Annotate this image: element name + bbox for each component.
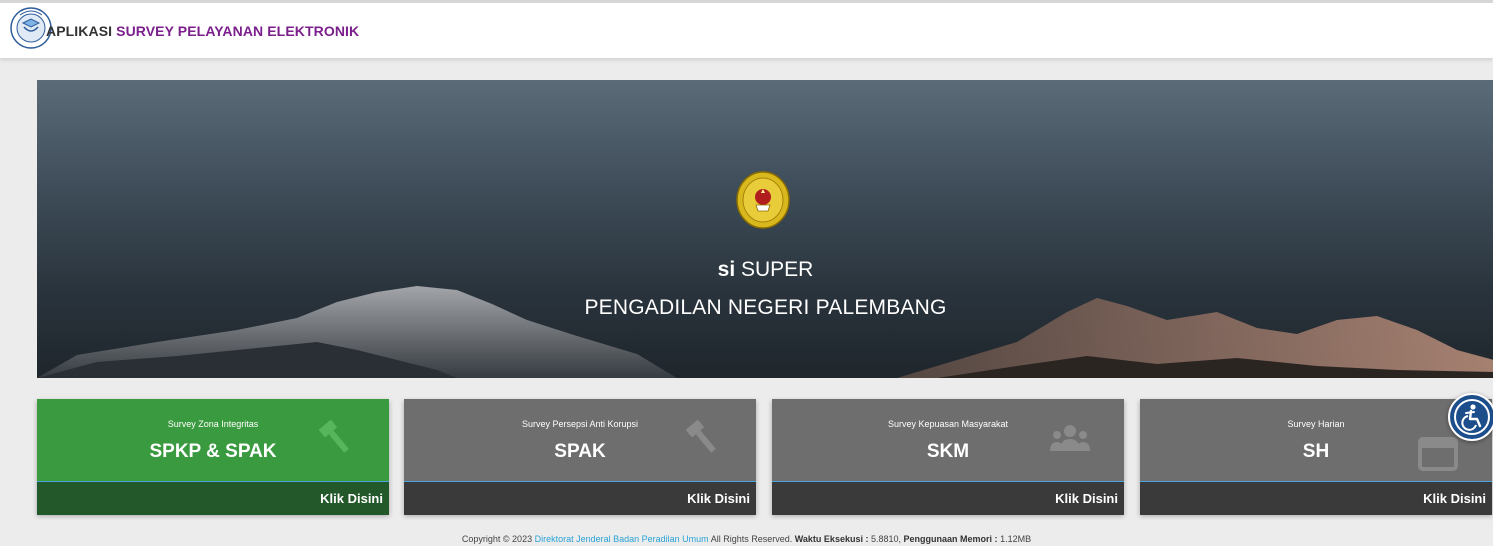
card-title: SH: [1302, 441, 1330, 462]
accessibility-icon: [1454, 399, 1490, 435]
app-brand[interactable]: APLIKASI SURVEY PELAYANAN ELEKTRONIK: [46, 23, 359, 39]
card-subtitle: Survey Zona Integritas: [167, 419, 259, 429]
hero-banner: si SUPER PENGADILAN NEGERI PALEMBANG: [37, 80, 1493, 378]
card-title: SPAK: [554, 441, 606, 462]
card-skm[interactable]: Survey Kepuasan Masyarakat SKM Klik Disi…: [772, 399, 1124, 515]
card-footer[interactable]: Klik Disini: [404, 481, 756, 515]
footer-copyright: Copyright © 2023: [461, 534, 533, 544]
brand-prefix: APLIKASI: [46, 23, 113, 39]
card-body[interactable]: Survey Harian SH: [1140, 399, 1492, 481]
footer-mem-label: Penggunaan Memori :: [903, 534, 998, 544]
card-body[interactable]: Survey Kepuasan Masyarakat SKM: [772, 399, 1124, 481]
card-sh[interactable]: Survey Harian SH Klik Disini: [1140, 399, 1492, 515]
hero-app-short: si: [717, 258, 736, 281]
card-spak[interactable]: Survey Persepsi Anti Korupsi SPAK Klik D…: [404, 399, 756, 515]
page-footer: Copyright © 2023 Direktorat Jenderal Bad…: [0, 534, 1493, 544]
klik-disini-link[interactable]: Klik Disini: [320, 491, 383, 506]
card-spkp-spak[interactable]: Survey Zona Integritas SPKP & SPAK Klik …: [37, 399, 389, 515]
footer-exec-label: Waktu Eksekusi :: [794, 534, 869, 544]
mountain-background: [37, 286, 1493, 378]
hero-institution: PENGADILAN NEGERI PALEMBANG: [584, 296, 947, 319]
card-footer[interactable]: Klik Disini: [772, 481, 1124, 515]
card-title: SPKP & SPAK: [149, 441, 277, 462]
footer-org-link[interactable]: Direktorat Jenderal Badan Peradilan Umum: [535, 534, 709, 544]
card-footer[interactable]: Klik Disini: [1140, 481, 1492, 515]
card-footer[interactable]: Klik Disini: [37, 481, 389, 515]
card-subtitle: Survey Persepsi Anti Korupsi: [521, 419, 639, 429]
brand-title: SURVEY PELAYANAN ELEKTRONIK: [116, 23, 360, 39]
footer-rights: All Rights Reserved.: [710, 534, 793, 544]
klik-disini-link[interactable]: Klik Disini: [687, 491, 750, 506]
hero-app-name: si SUPER: [37, 258, 1493, 282]
top-navbar: APLIKASI SURVEY PELAYANAN ELEKTRONIK: [0, 0, 1493, 58]
accessibility-button[interactable]: [1448, 393, 1493, 441]
card-title: SKM: [926, 441, 970, 462]
klik-disini-link[interactable]: Klik Disini: [1423, 491, 1486, 506]
klik-disini-link[interactable]: Klik Disini: [1055, 491, 1118, 506]
footer-mem-value: 1.12MB: [1000, 534, 1032, 544]
card-subtitle: Survey Kepuasan Masyarakat: [887, 419, 1009, 429]
footer-exec-value: 5.8810,: [870, 534, 902, 544]
court-emblem-icon: [736, 171, 790, 229]
card-body[interactable]: Survey Zona Integritas SPKP & SPAK: [37, 399, 389, 481]
card-subtitle: Survey Harian: [1287, 419, 1345, 429]
hero-app-title: SUPER: [741, 258, 814, 281]
card-body[interactable]: Survey Persepsi Anti Korupsi SPAK: [404, 399, 756, 481]
